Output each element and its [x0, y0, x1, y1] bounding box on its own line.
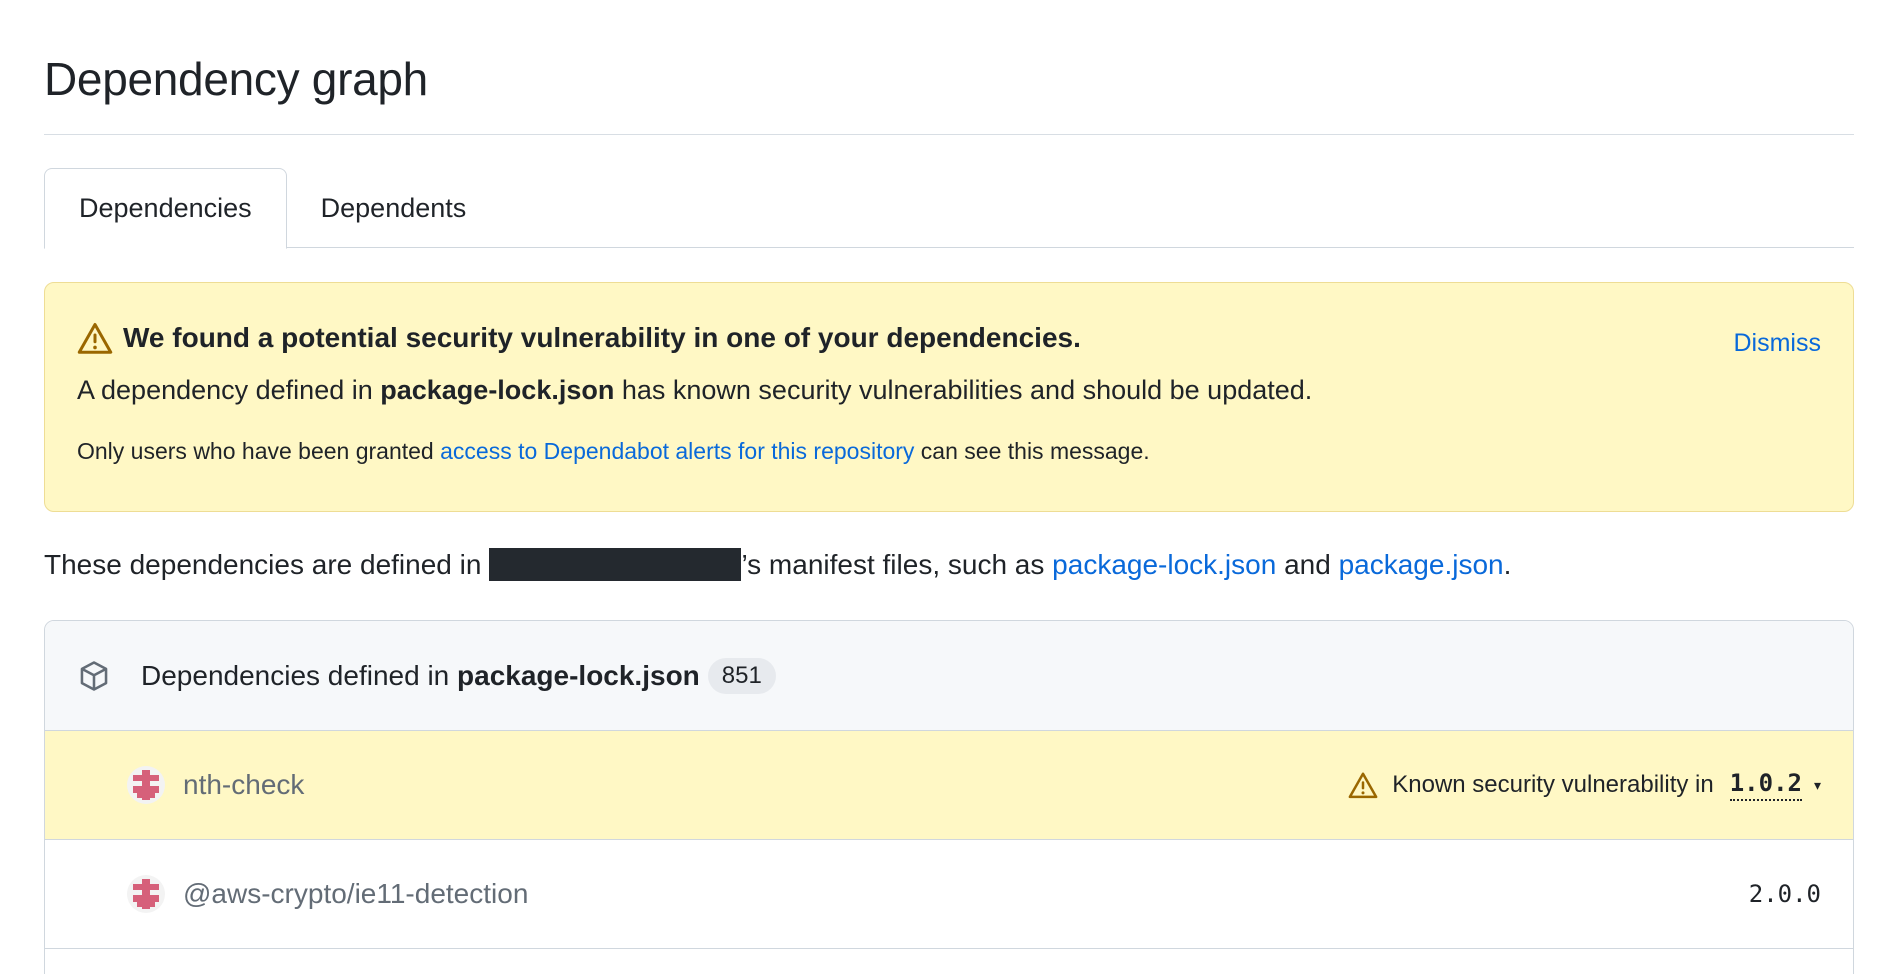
version-info: 2.0.0 [1749, 880, 1821, 908]
package-json-link[interactable]: package.json [1339, 549, 1504, 581]
alert-body-file: package-lock.json [380, 375, 615, 405]
alert-heading-row: We found a potential security vulnerabil… [77, 321, 1821, 355]
manifest-prefix: These dependencies are defined in [44, 548, 482, 580]
alert-icon [1348, 772, 1378, 799]
dependency-count-badge: 851 [707, 657, 776, 694]
tab-dependencies[interactable]: Dependencies [44, 168, 287, 249]
vulnerability-text: Known security vulnerability in [1392, 771, 1714, 798]
vulnerability-info: Known security vulnerability in 1.0.2 ▾ [1348, 769, 1821, 801]
redacted-repo-name [489, 548, 742, 581]
page: Dependency graph Dependencies Dependents… [0, 0, 1890, 974]
page-title: Dependency graph [44, 53, 428, 105]
package-lock-link[interactable]: package-lock.json [1052, 549, 1276, 581]
dependencies-box-header: Dependencies defined in package-lock.jso… [45, 621, 1853, 731]
alert-icon [77, 323, 113, 354]
alert-note: Only users who have been granted access … [77, 438, 1821, 465]
dependency-version: 2.0.0 [1748, 880, 1821, 908]
package-icon [80, 660, 108, 691]
alert-body: A dependency defined in package-lock.jso… [77, 375, 1821, 406]
box-header-prefix: Dependencies defined in [141, 659, 458, 691]
tab-bar: Dependencies Dependents [44, 168, 1854, 249]
dependency-row: @aws-crypto/ie11-detection 2.0.0 [45, 840, 1853, 949]
chevron-down-icon[interactable]: ▾ [1814, 777, 1821, 794]
alert-note-prefix: Only users who have been granted [77, 438, 441, 464]
security-alert-banner: We found a potential security vulnerabil… [44, 282, 1854, 512]
box-header-text: Dependencies defined in package-lock.jso… [141, 660, 700, 692]
package-avatar-icon [127, 875, 165, 913]
dismiss-button[interactable]: Dismiss [1734, 329, 1822, 358]
alert-note-suffix: can see this message. [914, 438, 1150, 464]
manifest-conjunction: and [1276, 548, 1339, 580]
dependabot-access-link[interactable]: access to Dependabot alerts for this rep… [440, 438, 914, 464]
version-dropdown[interactable]: 1.0.2 [1729, 769, 1802, 801]
dependencies-box: Dependencies defined in package-lock.jso… [44, 620, 1854, 974]
box-header-file: package-lock.json [457, 659, 700, 691]
manifest-possessive: ’s manifest files, such as [741, 548, 1053, 580]
title-divider [44, 134, 1854, 135]
manifest-end: . [1503, 548, 1512, 580]
dependency-name-link[interactable]: @aws-crypto/ie11-detection [183, 878, 528, 910]
dependency-row: nth-check Known security vulnerability i… [45, 731, 1853, 840]
tab-dependents[interactable]: Dependents [287, 168, 501, 248]
alert-body-prefix: A dependency defined in [77, 375, 381, 405]
alert-heading: We found a potential security vulnerabil… [123, 322, 1081, 353]
dependency-name-link[interactable]: nth-check [183, 769, 304, 801]
package-avatar-icon [127, 766, 165, 804]
manifest-description: These dependencies are defined in ’s man… [44, 548, 1511, 581]
alert-body-suffix: has known security vulnerabilities and s… [614, 375, 1313, 405]
